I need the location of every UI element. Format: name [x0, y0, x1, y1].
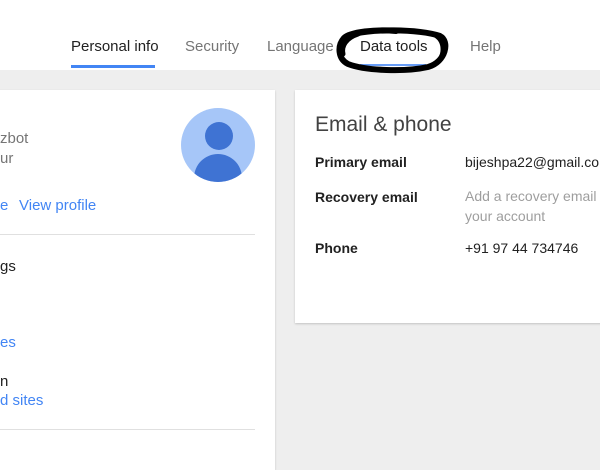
- avatar-body-shape: [194, 154, 242, 182]
- tab-list: Personal info Security Language Data too…: [0, 0, 600, 70]
- divider: [0, 429, 255, 430]
- profile-link-fragment[interactable]: es: [0, 334, 16, 351]
- person-avatar-icon[interactable]: [181, 108, 255, 182]
- profile-item-fragment: n: [0, 373, 9, 390]
- phone-label: Phone: [315, 240, 358, 256]
- tab-language[interactable]: Language: [267, 38, 334, 55]
- avatar-head-shape: [205, 122, 233, 150]
- recovery-email-placeholder[interactable]: Add a recovery email to your account: [465, 186, 600, 228]
- profile-link-fragment[interactable]: d sites: [0, 392, 43, 409]
- primary-email-value[interactable]: bijeshpa22@gmail.co: [465, 154, 600, 170]
- profile-link-fragment[interactable]: e: [0, 197, 8, 214]
- hand-drawn-circle-marker: [336, 27, 449, 74]
- tab-help[interactable]: Help: [470, 38, 501, 55]
- active-tab-indicator: [71, 65, 155, 68]
- phone-value[interactable]: +91 97 44 734746: [465, 240, 600, 256]
- recovery-email-label: Recovery email: [315, 189, 418, 205]
- profile-name-fragment: zbot: [0, 130, 29, 147]
- profile-subtitle-fragment: ur: [0, 150, 14, 167]
- tab-personal-info[interactable]: Personal info: [71, 38, 159, 55]
- tab-security[interactable]: Security: [185, 38, 239, 55]
- primary-email-label: Primary email: [315, 154, 407, 170]
- divider: [0, 234, 255, 235]
- top-navigation-bar: Personal info Security Language Data too…: [0, 0, 600, 74]
- view-profile-link[interactable]: View profile: [19, 197, 96, 214]
- card-title: Email & phone: [315, 113, 452, 136]
- profile-item-fragment[interactable]: gs: [0, 258, 16, 275]
